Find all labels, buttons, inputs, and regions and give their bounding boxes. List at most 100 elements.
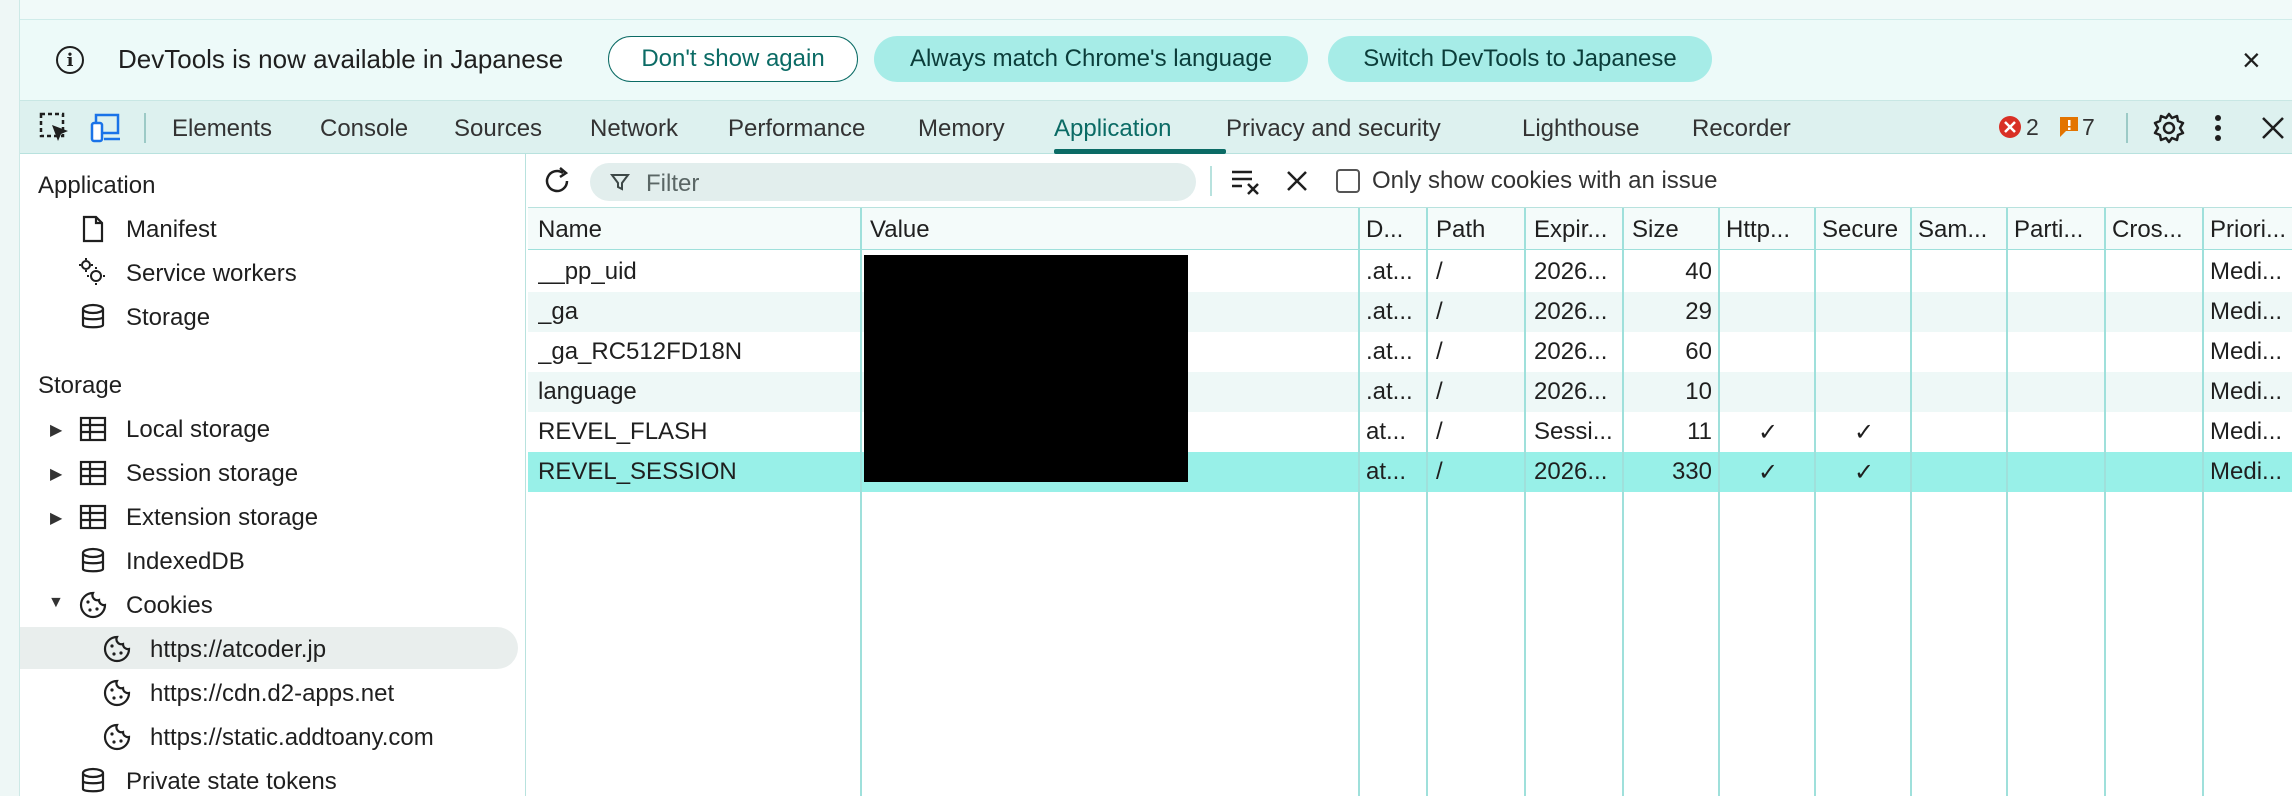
cell-secure: ✓ [1854,419,1875,446]
cell-size: 11 [1687,418,1712,445]
tab-memory[interactable]: Memory [918,115,1005,143]
column-divider [2006,208,2008,796]
column-header-domain[interactable]: D... [1366,216,1426,244]
cell-priority: Medi... [2210,338,2283,365]
info-icon: i [56,46,84,74]
error-count-badge[interactable] [1998,115,2022,144]
tab-elements[interactable]: Elements [172,115,272,143]
clear-all-cookies-icon[interactable] [1230,166,1262,201]
inspect-element-icon[interactable] [38,111,72,150]
cell-size: 40 [1685,258,1712,285]
column-header-secure[interactable]: Secure [1822,216,1912,244]
expand-session-storage-icon[interactable]: ▶ [50,464,62,484]
cell-name: REVEL_FLASH [538,418,708,445]
sidebar-item-private-state-tokens[interactable]: Private state tokens [126,768,337,796]
cell-priority: Medi... [2210,458,2283,485]
always-match-language-button[interactable]: Always match Chrome's language [874,36,1308,82]
sidebar-item-local-storage[interactable]: Local storage [126,416,270,444]
cell-expires: 2026... [1534,378,1608,405]
table-row[interactable]: _ga_RC512FD18N .at... / 2026... 60 Medi... [528,332,2292,372]
cell-path: / [1436,298,1443,325]
cell-size: 29 [1685,298,1712,325]
column-divider [860,208,862,796]
column-header-expires[interactable]: Expir... [1534,216,1624,244]
language-infobar: i DevTools is now available in Japanese … [20,20,2292,100]
column-divider [1622,208,1624,796]
cell-name: _ga [538,298,579,325]
sidebar-item-cookies[interactable]: Cookies [126,592,213,620]
refresh-icon[interactable] [540,164,574,203]
column-header-httponly[interactable]: Http... [1726,216,1816,244]
column-divider [1910,208,1912,796]
cell-path: / [1436,418,1443,445]
sidebar-item-cookie-origin[interactable]: https://cdn.d2-apps.net [150,680,394,708]
table-row[interactable]: REVEL_SESSION at... / 2026... 330 ✓ ✓ Medi... [528,452,2292,492]
private-state-tokens-database-icon [81,767,105,793]
switch-to-japanese-button[interactable]: Switch DevTools to Japanese [1328,36,1712,82]
cookies-toolbar: Filter Only show cookies with an issue [528,154,2292,208]
filter-input[interactable]: Filter [590,163,1196,201]
sidebar-item-extension-storage[interactable]: Extension storage [126,504,318,532]
table-row[interactable]: language .at... / 2026... 10 Medi... [528,372,2292,412]
expand-extension-storage-icon[interactable]: ▶ [50,508,62,528]
cell-expires: Sessi... [1534,418,1613,445]
tab-recorder[interactable]: Recorder [1692,115,1791,143]
tab-performance[interactable]: Performance [728,115,865,143]
column-divider [2202,208,2204,796]
delete-selected-icon[interactable] [1284,168,1310,199]
only-issue-label: Only show cookies with an issue [1372,167,1718,194]
column-header-value[interactable]: Value [870,216,1200,244]
column-header-name[interactable]: Name [538,216,858,244]
column-header-partition-key[interactable]: Parti... [2014,216,2104,244]
warning-count: 7 [2082,114,2095,140]
tab-sources[interactable]: Sources [454,115,542,143]
table-row[interactable]: _ga .at... / 2026... 29 Medi... [528,292,2292,332]
tab-privacy-security[interactable]: Privacy and security [1226,115,1441,143]
dont-show-again-button[interactable]: Don't show again [608,36,858,82]
sidebar-item-cookie-origin[interactable]: https://atcoder.jp [150,636,326,664]
cookie-origin-icon [103,723,131,751]
column-header-priority[interactable]: Priori... [2210,216,2292,244]
tab-lighthouse[interactable]: Lighthouse [1522,115,1639,143]
cell-domain: .at... [1366,378,1413,405]
cell-path: / [1436,378,1443,405]
column-header-size[interactable]: Size [1632,216,1722,244]
cell-path: / [1436,458,1443,485]
sidebar-section-application: Application [38,172,156,199]
expand-local-storage-icon[interactable]: ▶ [50,420,62,440]
tab-console[interactable]: Console [320,115,408,143]
table-row[interactable]: REVEL_FLASH at... / Sessi... 11 ✓ ✓ Medi... [528,412,2292,452]
sidebar-item-session-storage[interactable]: Session storage [126,460,298,488]
settings-gear-icon[interactable] [2152,111,2186,150]
tabbar-divider-right [2126,113,2128,143]
warning-count-badge[interactable] [2058,115,2080,144]
column-header-cross-site[interactable]: Cros... [2112,216,2202,244]
sidebar-item-manifest[interactable]: Manifest [126,216,217,244]
close-devtools-icon[interactable] [2260,115,2286,146]
device-toolbar-icon[interactable] [90,111,126,150]
only-issue-checkbox[interactable] [1336,169,1360,193]
tab-application[interactable]: Application [1054,115,1171,143]
sidebar-item-service-workers[interactable]: Service workers [126,260,297,288]
column-divider [1814,208,1816,796]
sidebar-item-indexeddb[interactable]: IndexedDB [126,548,245,576]
manifest-icon [82,215,104,243]
sidebar-item-storage[interactable]: Storage [126,304,210,332]
column-header-samesite[interactable]: Sam... [1918,216,2008,244]
application-sidebar: Application Manifest Service workers Sto… [20,154,526,796]
table-row[interactable]: __pp_uid .at... / 2026... 40 Medi... [528,252,2292,292]
local-storage-table-icon [79,416,107,442]
error-count: 2 [2026,114,2039,140]
cell-priority: Medi... [2210,258,2283,285]
toolbar-divider [1210,166,1212,196]
indexeddb-database-icon [81,547,105,573]
collapse-cookies-icon[interactable]: ▼ [48,594,64,612]
column-divider [1426,208,1428,796]
column-header-path[interactable]: Path [1436,216,1526,244]
cell-priority: Medi... [2210,298,2283,325]
infobar-close-icon[interactable]: × [2242,42,2261,79]
tab-network[interactable]: Network [590,115,678,143]
storage-database-icon [81,303,105,329]
more-options-icon[interactable] [2212,113,2224,148]
sidebar-item-cookie-origin[interactable]: https://static.addtoany.com [150,724,434,752]
